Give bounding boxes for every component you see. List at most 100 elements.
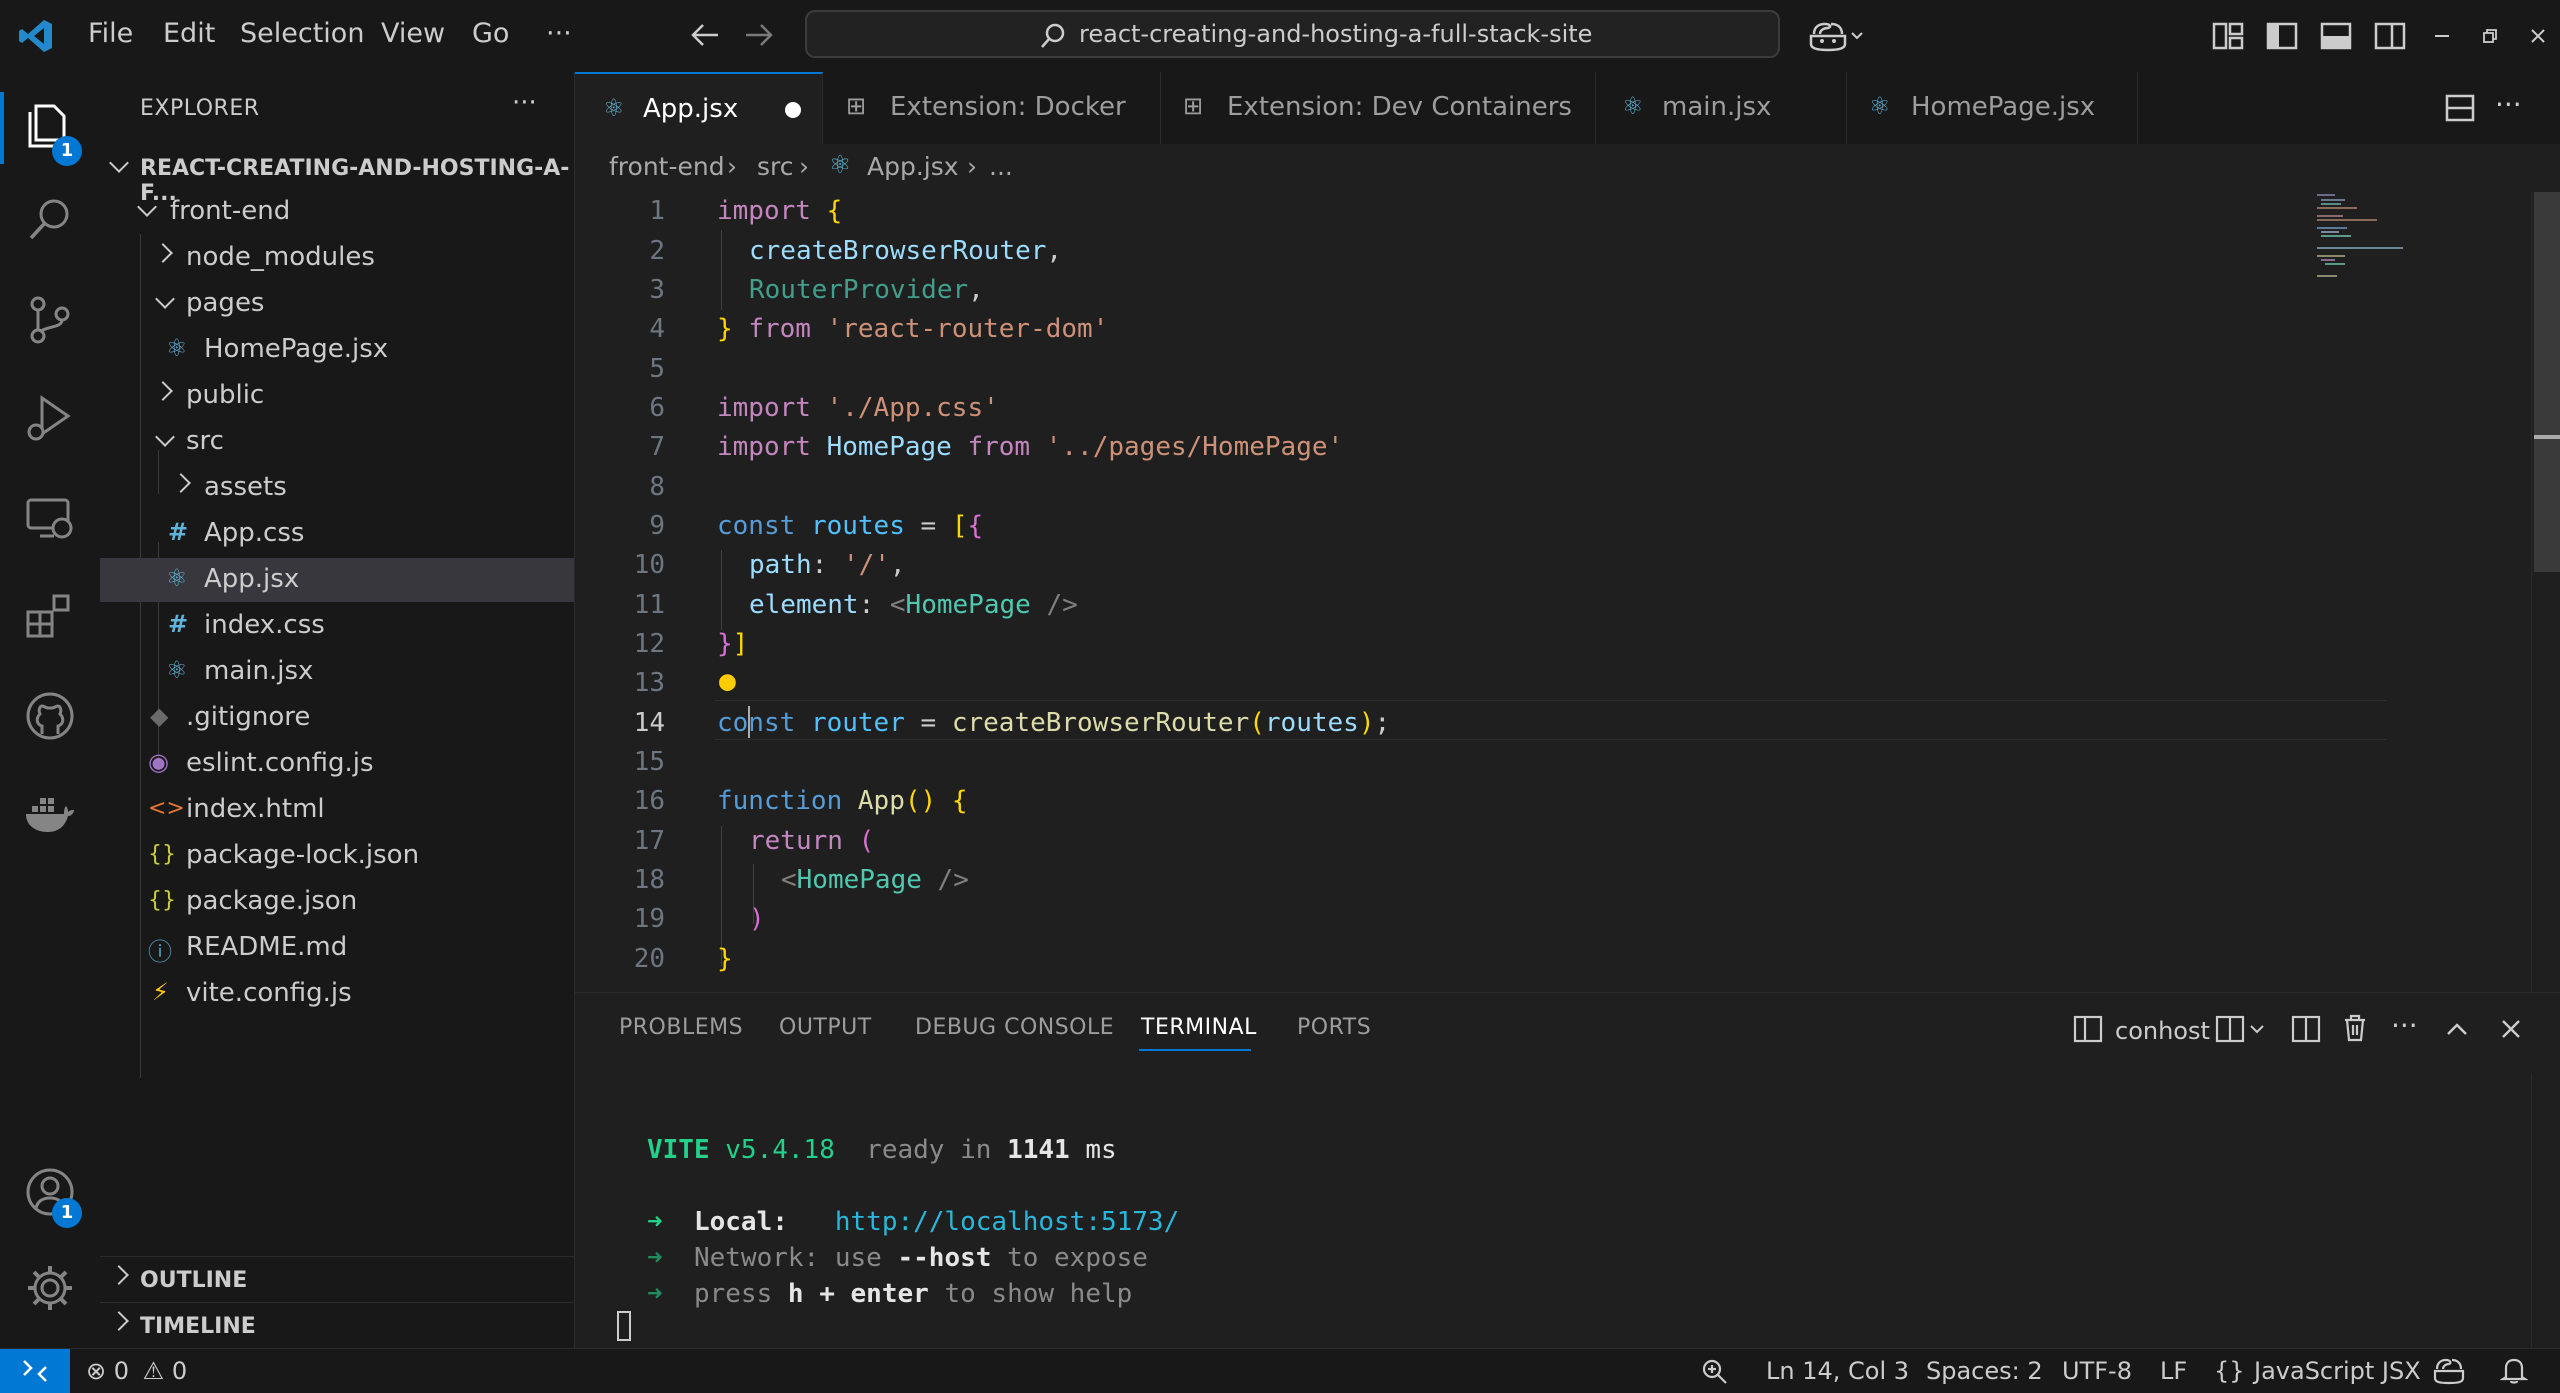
tab-ports[interactable]: PORTS — [1297, 1015, 1371, 1040]
tab-extension-docker[interactable]: ⊞ Extension: Docker — [824, 72, 1161, 144]
cursor-position[interactable]: Ln 14, Col 3 — [1766, 1357, 1909, 1385]
timeline-label: TIMELINE — [140, 1314, 256, 1339]
tab-terminal[interactable]: TERMINAL — [1141, 1015, 1257, 1040]
unsaved-dot-icon[interactable] — [785, 102, 801, 118]
toggle-primary-sidebar-icon[interactable] — [2266, 22, 2298, 50]
json-icon: {} — [148, 888, 176, 913]
language-mode[interactable]: JavaScript JSX — [2254, 1357, 2421, 1385]
tree-file-index-html[interactable]: <> index.html — [100, 788, 574, 832]
problems-indicator[interactable]: ⊗ 0 ⚠ 0 — [86, 1357, 187, 1385]
back-arrow-icon[interactable] — [690, 22, 720, 48]
panel-more-button[interactable]: ··· — [2391, 1009, 2418, 1042]
remote-explorer-icon[interactable] — [22, 490, 78, 546]
language-braces-icon[interactable]: {} — [2214, 1357, 2245, 1385]
tree-file-readme[interactable]: ⓘ README.md — [100, 926, 574, 970]
maximize-panel-chevron-up-icon[interactable] — [2445, 1019, 2469, 1039]
tab-problems[interactable]: PROBLEMS — [619, 1015, 743, 1040]
docker-icon[interactable] — [22, 788, 78, 844]
tree-file-gitignore[interactable]: ◆ .gitignore — [100, 696, 574, 740]
error-count: 0 — [113, 1357, 130, 1385]
split-editor-icon[interactable] — [2445, 94, 2475, 122]
tab-main-jsx[interactable]: ⚛ main.jsx — [1596, 72, 1847, 144]
settings-gear-icon[interactable] — [22, 1260, 78, 1316]
tree-folder-assets[interactable]: assets — [100, 466, 574, 510]
menu-file[interactable]: File — [88, 18, 133, 49]
tree-file-package-lock[interactable]: {} package-lock.json — [100, 834, 574, 878]
menu-selection[interactable]: Selection — [240, 18, 364, 49]
terminal-name[interactable]: conhost — [2115, 1017, 2210, 1045]
indent-guide — [721, 230, 722, 310]
customize-layout-icon[interactable] — [2212, 22, 2244, 50]
close-window-icon[interactable] — [2528, 26, 2548, 46]
tree-file-index-css[interactable]: # index.css — [100, 604, 574, 648]
tree-folder-src[interactable]: src — [100, 420, 574, 464]
breadcrumb-front-end[interactable]: front-end — [609, 152, 725, 181]
code-editor[interactable]: 1 2 3 4 5 6 7 8 9 10 11 12 13 14 15 16 1… — [575, 192, 2560, 992]
tab-extension-dev-containers[interactable]: ⊞ Extension: Dev Containers — [1161, 72, 1596, 144]
line-number: 10 — [633, 550, 665, 580]
scrollbar-thumb[interactable] — [2534, 192, 2560, 572]
toggle-secondary-sidebar-icon[interactable] — [2374, 22, 2406, 50]
new-terminal-split-icon[interactable] — [2215, 1015, 2273, 1043]
explorer-more-button[interactable]: ··· — [512, 88, 537, 118]
notifications-bell-icon[interactable] — [2500, 1355, 2528, 1385]
run-debug-icon[interactable] — [22, 390, 78, 446]
minimap[interactable] — [2317, 194, 2407, 294]
outline-section[interactable]: OUTLINE — [100, 1258, 574, 1302]
extensions-icon[interactable] — [22, 588, 78, 644]
close-panel-icon[interactable] — [2499, 1017, 2523, 1041]
menu-edit[interactable]: Edit — [163, 18, 215, 49]
tree-file-main-jsx[interactable]: ⚛ main.jsx — [100, 650, 574, 694]
tree-folder-public[interactable]: public — [100, 374, 574, 418]
tab-app-jsx[interactable]: ⚛ App.jsx — [575, 72, 823, 144]
code-line: ) — [749, 904, 765, 934]
forward-arrow-icon[interactable] — [744, 22, 774, 48]
menu-view[interactable]: View — [381, 18, 445, 49]
tree-file-app-css[interactable]: # App.css — [100, 512, 574, 556]
timeline-section[interactable]: TIMELINE — [100, 1304, 574, 1348]
tree-file-eslint-config[interactable]: ◉ eslint.config.js — [100, 742, 574, 786]
tab-output[interactable]: OUTPUT — [779, 1015, 872, 1040]
split-terminal-icon[interactable] — [2291, 1015, 2321, 1043]
end-of-line[interactable]: LF — [2160, 1357, 2187, 1385]
menu-more[interactable]: ··· — [546, 18, 572, 49]
breadcrumb-symbol[interactable]: ... — [989, 152, 1013, 181]
tree-folder-pages[interactable]: pages — [100, 282, 574, 326]
copilot-status-icon[interactable] — [2432, 1357, 2466, 1385]
toggle-panel-icon[interactable] — [2320, 22, 2352, 50]
copilot-icon[interactable] — [1808, 20, 1864, 52]
restore-icon[interactable] — [2480, 26, 2500, 46]
tree-file-package-json[interactable]: {} package.json — [100, 880, 574, 924]
menu-go[interactable]: Go — [472, 18, 509, 49]
encoding[interactable]: UTF-8 — [2062, 1357, 2132, 1385]
zoom-icon[interactable] — [1700, 1357, 1730, 1385]
editor-more-actions-button[interactable]: ··· — [2495, 88, 2522, 121]
trash-icon[interactable] — [2341, 1013, 2369, 1043]
indentation[interactable]: Spaces: 2 — [1926, 1357, 2043, 1385]
explorer-title: EXPLORER — [140, 96, 260, 121]
editor-scrollbar[interactable] — [2531, 192, 2560, 992]
tab-debug-console[interactable]: DEBUG CONSOLE — [915, 1015, 1114, 1040]
tree-folder-node-modules[interactable]: node_modules — [100, 236, 574, 280]
bottom-panel: PROBLEMS OUTPUT DEBUG CONSOLE TERMINAL P… — [575, 992, 2560, 1349]
tab-homepage-jsx[interactable]: ⚛ HomePage.jsx — [1847, 72, 2138, 144]
github-icon[interactable] — [22, 688, 78, 744]
command-center-search[interactable]: react-creating-and-hosting-a-full-stack-… — [805, 10, 1780, 58]
editor-tab-bar: ⚛ App.jsx ⊞ Extension: Docker ⊞ Extensio… — [575, 72, 2560, 145]
code-line: import { — [717, 196, 843, 226]
tree-file-app-jsx[interactable]: ⚛ App.jsx — [100, 558, 574, 602]
search-icon[interactable] — [22, 192, 78, 248]
tree-folder-front-end[interactable]: front-end — [100, 190, 574, 234]
workspace-root[interactable]: REACT-CREATING-AND-HOSTING-A-F... — [100, 146, 574, 206]
source-control-icon[interactable] — [22, 292, 78, 348]
breadcrumb-src[interactable]: src — [757, 152, 794, 181]
remote-indicator[interactable] — [0, 1349, 70, 1393]
lightbulb-icon[interactable]: ● — [719, 664, 736, 697]
divider — [100, 1256, 574, 1257]
terminal-layout-icon[interactable] — [2073, 1015, 2103, 1043]
minimize-icon[interactable] — [2432, 28, 2452, 44]
terminal-scrollbar[interactable] — [2531, 1073, 2560, 1349]
tree-file-vite-config[interactable]: ⚡ vite.config.js — [100, 972, 574, 1016]
breadcrumb-app-jsx[interactable]: App.jsx — [867, 152, 959, 181]
tree-file-homepage-jsx[interactable]: ⚛ HomePage.jsx — [100, 328, 574, 372]
